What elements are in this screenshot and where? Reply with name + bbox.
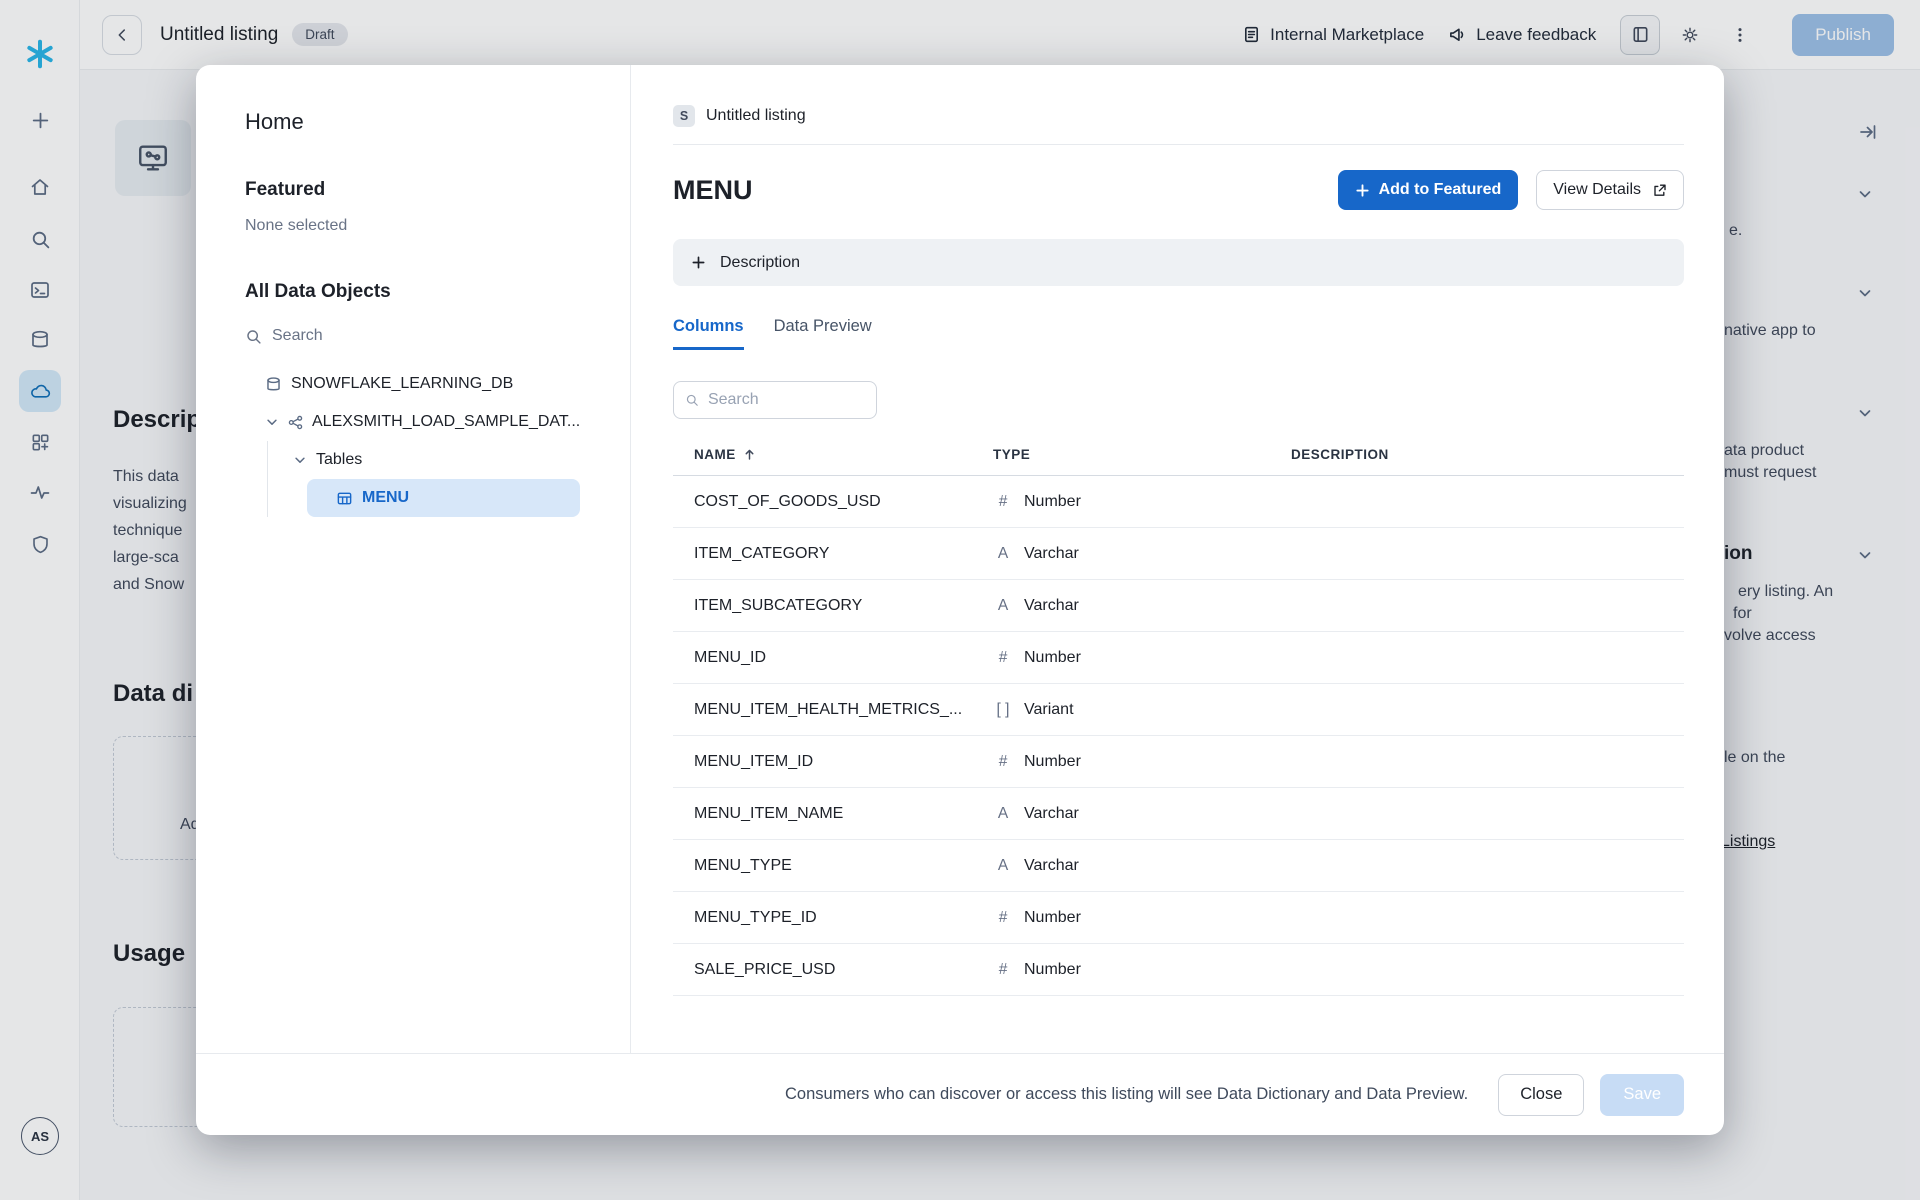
modal-content: S Untitled listing MENU Add to Featured …	[631, 65, 1724, 1053]
header-type: TYPE	[993, 447, 1291, 462]
modal-left-nav: Home Featured None selected All Data Obj…	[196, 65, 631, 1053]
tree-item-tables[interactable]: Tables	[268, 441, 606, 479]
featured-empty-text: None selected	[245, 217, 606, 235]
footer-note: Consumers who can discover or access thi…	[785, 1085, 1468, 1104]
tree-item-label: ALEXSMITH_LOAD_SAMPLE_DAT...	[312, 413, 580, 431]
featured-heading: Featured	[245, 179, 606, 201]
table-row: ITEM_CATEGORY A Varchar	[673, 528, 1684, 580]
type-label: Number	[1024, 493, 1081, 511]
type-icon: #	[993, 961, 1013, 979]
modal-nav-home[interactable]: Home	[245, 109, 606, 135]
tree-search[interactable]: Search	[245, 327, 606, 345]
add-description-bar[interactable]: Description	[673, 239, 1684, 286]
column-name: COST_OF_GOODS_USD	[694, 493, 993, 511]
breadcrumb-label: Untitled listing	[706, 107, 806, 125]
tree-item-menu-table[interactable]: MENU	[307, 479, 580, 517]
type-label: Number	[1024, 909, 1081, 927]
column-name: MENU_ID	[694, 649, 993, 667]
plus-icon	[1355, 183, 1370, 198]
type-label: Varchar	[1024, 857, 1079, 875]
plus-icon	[691, 255, 706, 270]
tab-columns[interactable]: Columns	[673, 317, 744, 350]
add-to-featured-button[interactable]: Add to Featured	[1338, 170, 1519, 210]
table-row: MENU_ID # Number	[673, 632, 1684, 684]
tab-data-preview[interactable]: Data Preview	[774, 317, 872, 350]
type-icon: [ ]	[993, 701, 1013, 719]
search-icon	[245, 328, 262, 345]
view-details-button[interactable]: View Details	[1536, 170, 1684, 210]
table-icon	[336, 490, 353, 507]
type-label: Varchar	[1024, 597, 1079, 615]
all-data-objects-heading: All Data Objects	[245, 281, 606, 303]
columns-search[interactable]	[673, 381, 877, 419]
type-icon: #	[993, 753, 1013, 771]
type-label: Variant	[1024, 701, 1074, 719]
table-row: COST_OF_GOODS_USD # Number	[673, 476, 1684, 528]
type-icon: #	[993, 493, 1013, 511]
breadcrumb: S Untitled listing	[673, 105, 1684, 127]
column-name: MENU_TYPE	[694, 857, 993, 875]
tree-item-label: Tables	[316, 451, 362, 469]
listing-badge: S	[673, 105, 695, 127]
table-header-row: NAME TYPE DESCRIPTION	[673, 447, 1684, 476]
type-icon: #	[993, 649, 1013, 667]
database-icon	[265, 376, 282, 393]
table-row: ITEM_SUBCATEGORY A Varchar	[673, 580, 1684, 632]
column-name: MENU_ITEM_HEALTH_METRICS_...	[694, 701, 993, 719]
chevron-down-icon[interactable]	[293, 453, 307, 467]
close-button[interactable]: Close	[1498, 1074, 1584, 1116]
divider	[673, 144, 1684, 145]
header-name: NAME	[694, 447, 736, 462]
sort-ascending-icon	[743, 448, 756, 461]
type-label: Number	[1024, 961, 1081, 979]
description-placeholder-label: Description	[720, 254, 800, 272]
type-icon: A	[993, 545, 1013, 563]
sort-name-header[interactable]: NAME	[694, 447, 993, 462]
view-details-label: View Details	[1553, 181, 1641, 199]
column-name: MENU_TYPE_ID	[694, 909, 993, 927]
table-row: MENU_TYPE A Varchar	[673, 840, 1684, 892]
columns-search-input[interactable]	[708, 391, 865, 409]
type-icon: A	[993, 857, 1013, 875]
type-icon: A	[993, 597, 1013, 615]
schema-icon	[288, 415, 303, 430]
columns-table: NAME TYPE DESCRIPTION COST_OF_GOODS_USD …	[673, 447, 1684, 996]
table-row: MENU_TYPE_ID # Number	[673, 892, 1684, 944]
search-icon	[685, 392, 699, 408]
table-row: SALE_PRICE_USD # Number	[673, 944, 1684, 996]
type-icon: A	[993, 805, 1013, 823]
tree-item-label: MENU	[362, 489, 409, 507]
column-name: SALE_PRICE_USD	[694, 961, 993, 979]
type-icon: #	[993, 909, 1013, 927]
save-button[interactable]: Save	[1600, 1074, 1684, 1116]
tree-item-schema[interactable]: ALEXSMITH_LOAD_SAMPLE_DAT...	[245, 403, 606, 441]
external-link-icon	[1651, 182, 1667, 198]
table-row: MENU_ITEM_HEALTH_METRICS_... [ ] Variant	[673, 684, 1684, 736]
column-name: ITEM_SUBCATEGORY	[694, 597, 993, 615]
object-title: MENU	[673, 175, 753, 206]
tree-indent-guide: Tables MENU	[267, 441, 606, 517]
type-label: Varchar	[1024, 805, 1079, 823]
tree-search-placeholder: Search	[272, 327, 323, 345]
modal-footer: Consumers who can discover or access thi…	[196, 1053, 1724, 1135]
type-label: Number	[1024, 649, 1081, 667]
type-label: Number	[1024, 753, 1081, 771]
tab-bar: Columns Data Preview	[673, 317, 1684, 350]
data-objects-modal: Home Featured None selected All Data Obj…	[196, 65, 1724, 1135]
chevron-down-icon[interactable]	[265, 415, 279, 429]
type-label: Varchar	[1024, 545, 1079, 563]
table-body: COST_OF_GOODS_USD # Number ITEM_CATEGORY	[673, 476, 1684, 996]
tree-item-label: SNOWFLAKE_LEARNING_DB	[291, 375, 513, 393]
column-name: ITEM_CATEGORY	[694, 545, 993, 563]
column-name: MENU_ITEM_NAME	[694, 805, 993, 823]
column-name: MENU_ITEM_ID	[694, 753, 993, 771]
table-row: MENU_ITEM_NAME A Varchar	[673, 788, 1684, 840]
table-row: MENU_ITEM_ID # Number	[673, 736, 1684, 788]
add-to-featured-label: Add to Featured	[1379, 181, 1502, 199]
header-description: DESCRIPTION	[1291, 447, 1684, 462]
tree-item-database[interactable]: SNOWFLAKE_LEARNING_DB	[245, 365, 606, 403]
